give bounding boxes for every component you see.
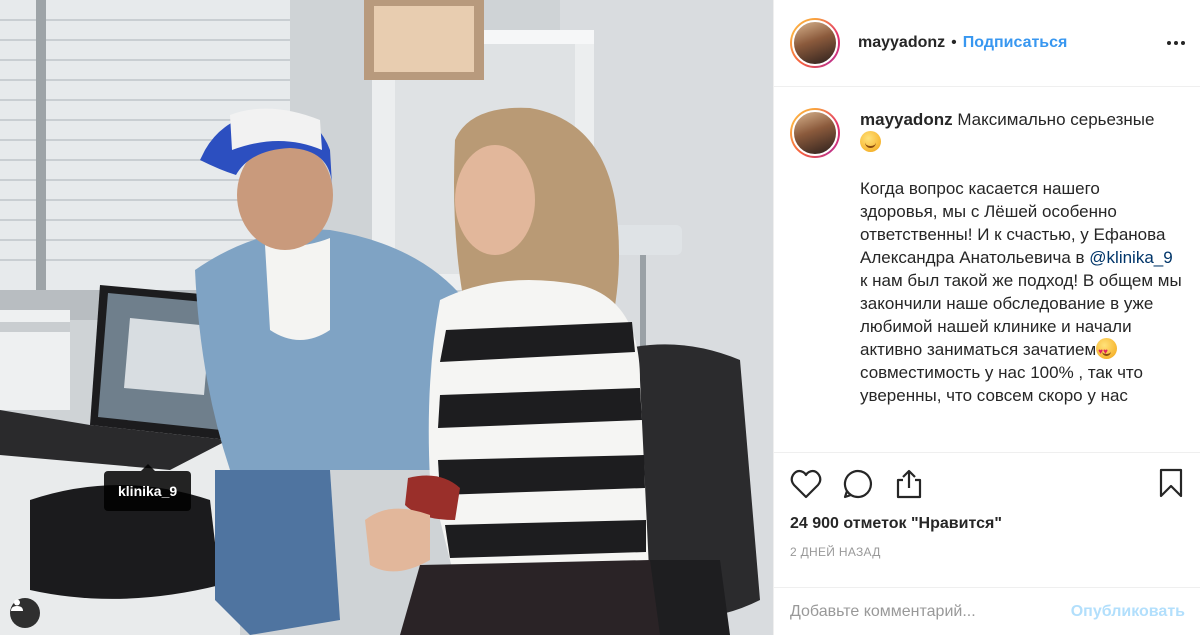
ellipsis-icon[interactable] [1165,32,1187,54]
caption-title: Максимально серьезные [957,110,1155,129]
user-tag-label[interactable]: klinika_9 [104,464,192,511]
comment-icon[interactable] [842,464,882,504]
header-username[interactable]: mayyadonz [858,34,945,52]
comment-form: Опубликовать [774,587,1200,635]
love-emoji-icon [1096,338,1118,363]
caption-avatar[interactable] [790,108,840,158]
comments-area[interactable]: mayyadonz Максимально серьезные Когда во… [774,88,1200,452]
follow-button[interactable]: Подписаться [963,34,1068,52]
mention-link[interactable]: @klinika_9 [1089,248,1172,267]
grin-emoji-icon [860,131,881,152]
action-icons [790,453,1185,515]
caption-text: mayyadonz Максимально серьезные Когда во… [860,108,1182,407]
bookmark-icon[interactable] [1153,465,1189,501]
post-side-panel: mayyadonz • Подписаться mayyadonz Максим… [773,0,1200,635]
caption-text-2: к нам был такой же подход! В общем мы за… [860,271,1182,359]
user-tag-icon[interactable] [10,598,40,628]
post-actions: 24 900 отметок "Нравится" 2 дней назад [774,452,1200,587]
avatar[interactable] [790,18,840,68]
photo-illustration [0,0,773,635]
caption-username[interactable]: mayyadonz [860,110,953,129]
separator-dot: • [951,34,957,51]
likes-count[interactable]: 24 900 отметок "Нравится" [790,515,1185,533]
heart-icon[interactable] [790,464,830,504]
caption-text-3: совместимость у нас 100% , так что увере… [860,363,1143,405]
share-icon[interactable] [894,464,934,504]
post-timestamp[interactable]: 2 дней назад [790,545,1185,559]
post-photo[interactable]: klinika_9 [0,0,773,635]
publish-button[interactable]: Опубликовать [1071,603,1185,621]
comment-input[interactable] [790,602,1071,621]
caption: mayyadonz Максимально серьезные Когда во… [790,108,1183,407]
post-header: mayyadonz • Подписаться [774,0,1200,87]
